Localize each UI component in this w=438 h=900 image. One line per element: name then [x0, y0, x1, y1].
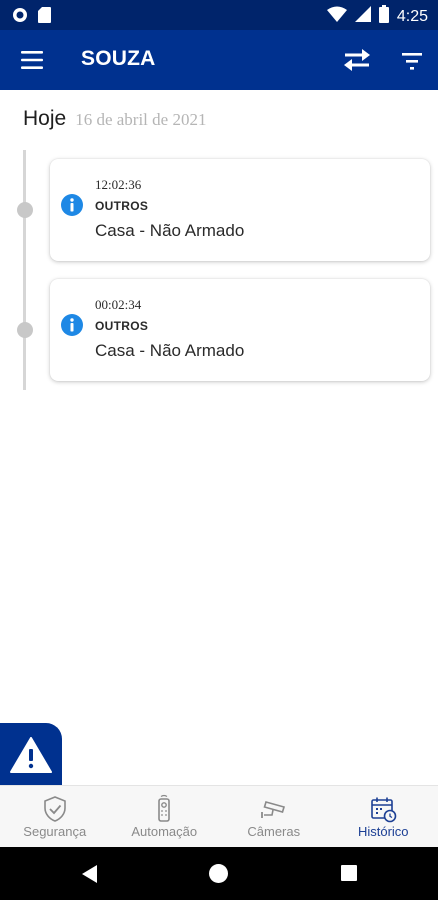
app-bar: SOUZA: [0, 30, 438, 90]
wifi-icon: [326, 6, 347, 27]
signal-icon: [354, 6, 371, 27]
clock-time: 4:25: [396, 7, 428, 25]
system-navigation-bar: [0, 847, 438, 900]
menu-button[interactable]: [20, 48, 44, 72]
panic-alert-button[interactable]: [0, 723, 62, 785]
bottom-navigation: Segurança Automação Câmeras Histórico: [0, 785, 438, 847]
hamburger-menu-icon: [21, 51, 43, 69]
nav-label: Segurança: [23, 824, 87, 839]
nav-item-automacao[interactable]: Automação: [110, 786, 220, 847]
switch-account-button[interactable]: [343, 47, 371, 73]
nav-item-cameras[interactable]: Câmeras: [219, 786, 329, 847]
event-type: OUTROS: [95, 199, 149, 213]
app-title: SOUZA: [81, 47, 156, 70]
nav-label: Câmeras: [247, 824, 301, 839]
back-icon[interactable]: [80, 864, 98, 884]
recent-apps-icon[interactable]: [341, 865, 357, 881]
event-type: OUTROS: [95, 319, 149, 333]
nav-label: Histórico: [357, 824, 409, 839]
event-time: 12:02:36: [95, 177, 142, 192]
swap-arrows-icon: [344, 49, 370, 71]
timeline-dot: [17, 322, 33, 338]
day-label: Hoje: [23, 107, 67, 130]
sd-card-icon: [38, 7, 51, 28]
calendar-clock-icon: [371, 797, 397, 823]
shield-check-icon: [43, 796, 66, 822]
event-time: 00:02:34: [95, 297, 142, 312]
timeline-dot: [17, 202, 33, 218]
nav-item-seguranca[interactable]: Segurança: [0, 786, 110, 847]
info-icon: [61, 194, 83, 216]
nav-item-historico[interactable]: Histórico: [329, 786, 438, 847]
remote-control-icon: [158, 794, 171, 822]
full-date: 16 de abril de 2021: [75, 110, 207, 129]
event-description: Casa - Não Armado: [95, 341, 245, 360]
battery-icon: [378, 5, 389, 28]
event-card[interactable]: 00:02:34 OUTROS Casa - Não Armado: [50, 279, 430, 381]
home-icon[interactable]: [209, 864, 228, 883]
event-description: Casa - Não Armado: [95, 221, 245, 240]
timeline-line: [23, 150, 26, 390]
sync-status-icon: [12, 7, 28, 28]
status-bar: 4:25: [0, 0, 438, 30]
info-icon: [61, 314, 83, 336]
date-header: Hoje 16 de abril de 2021: [23, 107, 206, 131]
nav-label: Automação: [131, 824, 198, 839]
history-screen: 4:25 SOUZA Hoje 16 de abril de 2021 12:0…: [0, 0, 438, 900]
event-card[interactable]: 12:02:36 OUTROS Casa - Não Armado: [50, 159, 430, 261]
warning-icon: [10, 737, 52, 773]
filter-icon: [402, 53, 422, 70]
security-camera-icon: [260, 801, 285, 818]
filter-button[interactable]: [400, 49, 424, 73]
